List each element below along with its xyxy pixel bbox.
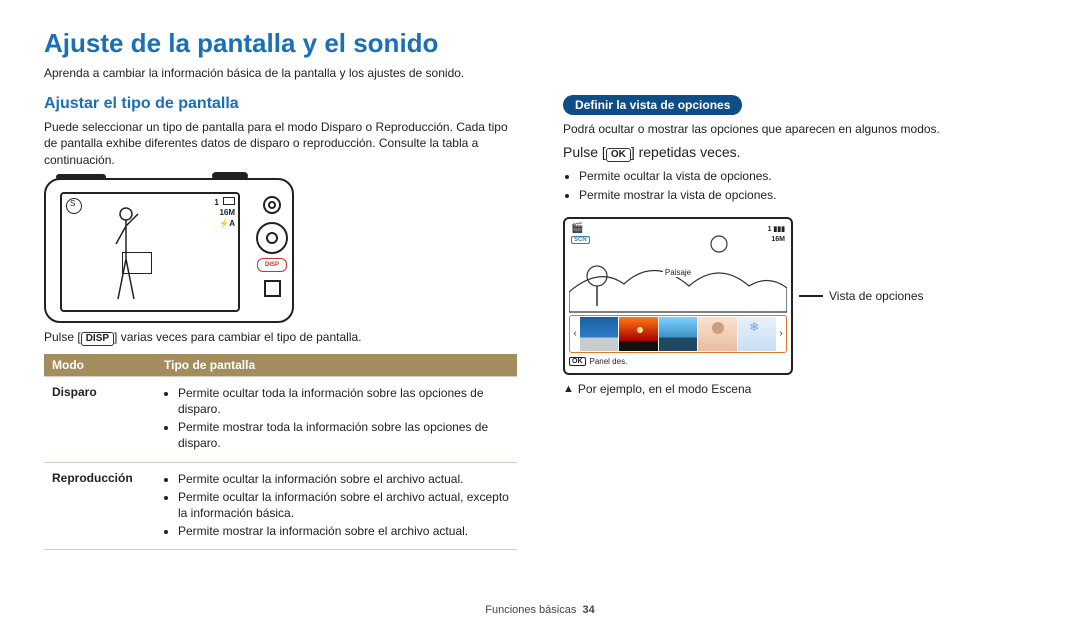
left-heading: Ajustar el tipo de pantalla: [44, 95, 517, 113]
left-desc: Puede seleccionar un tipo de pantalla pa…: [44, 119, 517, 168]
ok-label: OK: [606, 148, 631, 162]
camera-screen: 1 16M ⚡A: [60, 192, 240, 312]
panel-des-label: Panel des.: [590, 357, 628, 366]
right-column: Definir la vista de opciones Podrá ocult…: [563, 95, 1036, 550]
camera-controls: DISP: [252, 192, 292, 312]
example-caption: ▲ Por ejemplo, en el modo Escena: [563, 381, 1036, 397]
scene-preview: 🎬 SCN 1 ▮▮▮ 16M Paisaje ‹: [563, 217, 793, 375]
shots-remaining: 1: [214, 198, 218, 207]
scene-resolution: 16M: [771, 236, 785, 243]
page-title: Ajuste de la pantalla y el sonido: [44, 28, 1036, 59]
scn-chip: SCN: [571, 236, 590, 244]
movie-icon: 🎬: [571, 223, 583, 234]
record-button-icon: [263, 196, 281, 214]
ok-chip: OK: [569, 357, 586, 366]
list-item: Permite ocultar toda la información sobr…: [178, 385, 509, 417]
mode-icon: [66, 198, 82, 214]
right-desc: Podrá ocultar o mostrar las opciones que…: [563, 121, 1036, 137]
flash-indicator: ⚡A: [219, 219, 235, 228]
scene-name-label: Paisaje: [663, 268, 693, 277]
list-item: Permite ocultar la información sobre el …: [178, 489, 509, 521]
table-row: Disparo Permite ocultar toda la informac…: [44, 376, 517, 462]
list-item: Permite mostrar toda la información sobr…: [178, 419, 509, 451]
footer-section: Funciones básicas: [485, 604, 576, 616]
list-item: Permite ocultar la información sobre el …: [178, 471, 509, 487]
battery-icon: [221, 198, 235, 207]
modes-header-type: Tipo de pantalla: [156, 354, 517, 377]
thumb-sunset: [619, 317, 657, 351]
page-footer: Funciones básicas 34: [0, 604, 1080, 616]
ok-instruction: Pulse [OK] repetidas veces.: [563, 143, 1036, 162]
example-text: Por ejemplo, en el modo Escena: [578, 382, 751, 396]
modes-table: Modo Tipo de pantalla Disparo Permite oc…: [44, 354, 517, 551]
disp-instruction-suffix: ] varias veces para cambiar el tipo de p…: [114, 330, 361, 344]
camera-illustration: 1 16M ⚡A DISP: [44, 178, 294, 323]
thumb-portrait: [698, 317, 736, 351]
ok-instruction-prefix: Pulse [: [563, 144, 606, 160]
playback-button-icon: [264, 280, 281, 297]
disp-instruction: Pulse [DISP] varias veces para cambiar e…: [44, 329, 517, 346]
left-column: Ajustar el tipo de pantalla Puede selecc…: [44, 95, 517, 550]
mode-reproduccion: Reproducción: [44, 462, 156, 550]
table-row: Reproducción Permite ocultar la informac…: [44, 462, 517, 550]
disp-button-highlight: DISP: [257, 258, 287, 272]
camera-screen-indicators: 1 16M ⚡A: [214, 197, 235, 229]
disp-instruction-prefix: Pulse [: [44, 330, 81, 344]
thumb-sky: [580, 317, 618, 351]
scene-indicators: 1 ▮▮▮ 16M: [768, 225, 785, 245]
resolution-indicator: 16M: [219, 208, 235, 217]
mode-disparo: Disparo: [44, 376, 156, 462]
list-item: Permite mostrar la información sobre el …: [178, 523, 509, 539]
modes-header-mode: Modo: [44, 354, 156, 377]
focus-box: [122, 252, 152, 274]
options-view-strip: ‹ ›: [569, 315, 787, 353]
dpad-icon: [256, 222, 288, 254]
chevron-left-icon: ‹: [571, 328, 579, 339]
page-intro: Aprenda a cambiar la información básica …: [44, 65, 1036, 81]
thumb-snow: [738, 317, 776, 351]
callout-vista-opciones: Vista de opciones: [829, 289, 924, 303]
thumb-night: [659, 317, 697, 351]
triangle-up-icon: ▲: [563, 383, 574, 395]
callout-line: [799, 295, 823, 297]
scene-shots-remaining: 1: [768, 226, 772, 233]
scene-landscape: 🎬 SCN 1 ▮▮▮ 16M Paisaje: [569, 223, 787, 315]
ok-instruction-suffix: ] repetidas veces.: [631, 144, 741, 160]
panel-des-row: OK Panel des.: [569, 355, 787, 369]
section-pill: Definir la vista de opciones: [563, 95, 742, 115]
list-item: Permite mostrar la vista de opciones.: [579, 187, 1036, 203]
list-item: Permite ocultar la vista de opciones.: [579, 168, 1036, 184]
footer-page: 34: [582, 604, 594, 616]
disp-label: DISP: [81, 332, 114, 346]
chevron-right-icon: ›: [777, 328, 785, 339]
